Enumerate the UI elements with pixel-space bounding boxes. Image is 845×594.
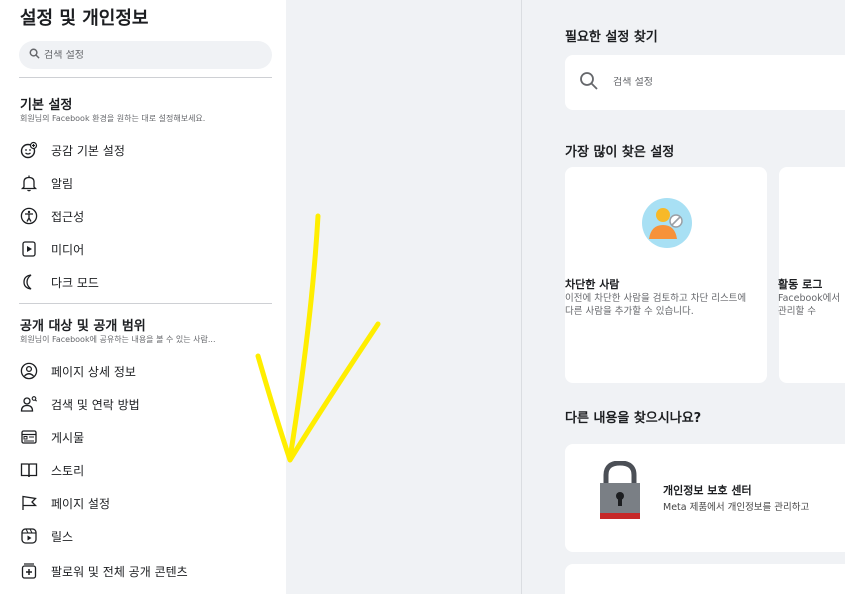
accessibility-icon	[19, 206, 39, 226]
card-description: Facebook에서 관리할 수	[778, 293, 841, 317]
find-settings-heading: 필요한 설정 찾기	[565, 30, 658, 45]
person-search-icon	[19, 394, 39, 414]
sidebar-item-reactions[interactable]: 공감 기본 설정	[16, 135, 274, 165]
section-subtitle-basic: 회원님의 Facebook 환경을 원하는 대로 설정해보세요.	[20, 114, 206, 123]
sidebar-item-label: 다크 모드	[51, 275, 99, 290]
sidebar-item-followers[interactable]: 팔로워 및 전체 공개 콘텐츠	[16, 556, 274, 586]
sidebar-item-accessibility[interactable]: 접근성	[16, 201, 274, 231]
media-icon	[19, 239, 39, 259]
book-icon	[19, 460, 39, 480]
middle-panel	[286, 0, 522, 594]
sidebar-item-label: 미디어	[51, 242, 85, 257]
moon-icon	[19, 272, 39, 292]
main-content: 필요한 설정 찾기 가장 많이 찾은 설정 차단한 사람 이전에 차단한 사람을…	[522, 0, 845, 594]
lock-icon	[598, 460, 642, 529]
next-card[interactable]	[565, 564, 845, 594]
reels-icon	[19, 526, 39, 546]
privacy-center-card[interactable]: 개인정보 보호 센터 Meta 제품에서 개인정보를 관리하고	[565, 444, 845, 552]
divider	[19, 77, 272, 78]
blocked-person-icon	[641, 197, 693, 253]
privacy-center-title: 개인정보 보호 센터	[663, 484, 752, 497]
sidebar-item-page-details[interactable]: 페이지 상세 정보	[16, 356, 274, 386]
search-icon	[579, 71, 599, 95]
settings-sidebar: 설정 및 개인정보 기본 설정 회원님의 Facebook 환경을 원하는 대로…	[0, 0, 286, 594]
activity-log-card[interactable]: 활동 로그 Facebook에서 관리할 수	[778, 167, 845, 383]
sidebar-item-label: 접근성	[51, 209, 85, 224]
sidebar-item-posts[interactable]: 게시물	[16, 422, 274, 452]
sidebar-item-label: 검색 및 연락 방법	[51, 397, 140, 412]
card-description: 이전에 차단한 사람을 검토하고 차단 리스트에 다른 사람을 추가할 수 있습…	[565, 293, 747, 317]
sidebar-item-media[interactable]: 미디어	[16, 234, 274, 264]
sidebar-item-reels[interactable]: 릴스	[16, 521, 274, 551]
section-subtitle-audience: 회원님이 Facebook에 공유하는 내용을 볼 수 있는 사람...	[20, 335, 216, 344]
sidebar-item-label: 공감 기본 설정	[51, 143, 125, 158]
main-search[interactable]	[565, 55, 845, 110]
sidebar-item-search-contact[interactable]: 검색 및 연락 방법	[16, 389, 274, 419]
sidebar-search-input[interactable]	[44, 49, 244, 61]
sidebar-item-label: 릴스	[51, 529, 74, 544]
section-heading-audience: 공개 대상 및 공개 범위	[20, 319, 146, 334]
sidebar-item-label: 팔로워 및 전체 공개 콘텐츠	[51, 564, 188, 579]
profile-circle-icon	[19, 361, 39, 381]
posts-icon	[19, 427, 39, 447]
sidebar-item-page-settings[interactable]: 페이지 설정	[16, 488, 274, 518]
sidebar-item-notifications[interactable]: 알림	[16, 168, 274, 198]
sidebar-search[interactable]	[19, 41, 272, 69]
sidebar-item-stories[interactable]: 스토리	[16, 455, 274, 485]
sidebar-item-label: 알림	[51, 176, 74, 191]
divider	[19, 303, 272, 304]
sidebar-title: 설정 및 개인정보	[20, 8, 149, 29]
sidebar-item-label: 게시물	[51, 430, 85, 445]
reaction-icon	[19, 140, 39, 160]
section-heading-basic: 기본 설정	[20, 98, 73, 113]
bell-icon	[19, 173, 39, 193]
privacy-center-description: Meta 제품에서 개인정보를 관리하고	[663, 502, 810, 513]
main-search-input[interactable]	[613, 77, 738, 88]
sidebar-item-label: 스토리	[51, 463, 85, 478]
sidebar-item-dark-mode[interactable]: 다크 모드	[16, 267, 274, 297]
blocked-people-card[interactable]: 차단한 사람 이전에 차단한 사람을 검토하고 차단 리스트에 다른 사람을 추…	[565, 167, 767, 383]
card-title: 활동 로그	[778, 278, 823, 291]
card-title: 차단한 사람	[565, 278, 620, 291]
search-icon	[29, 48, 40, 62]
other-content-heading: 다른 내용을 찾으시나요?	[565, 411, 702, 426]
sidebar-item-label: 페이지 상세 정보	[51, 364, 136, 379]
popular-settings-heading: 가장 많이 찾은 설정	[565, 145, 675, 160]
followers-icon	[19, 561, 39, 581]
flag-icon	[19, 493, 39, 513]
sidebar-item-label: 페이지 설정	[51, 496, 111, 511]
